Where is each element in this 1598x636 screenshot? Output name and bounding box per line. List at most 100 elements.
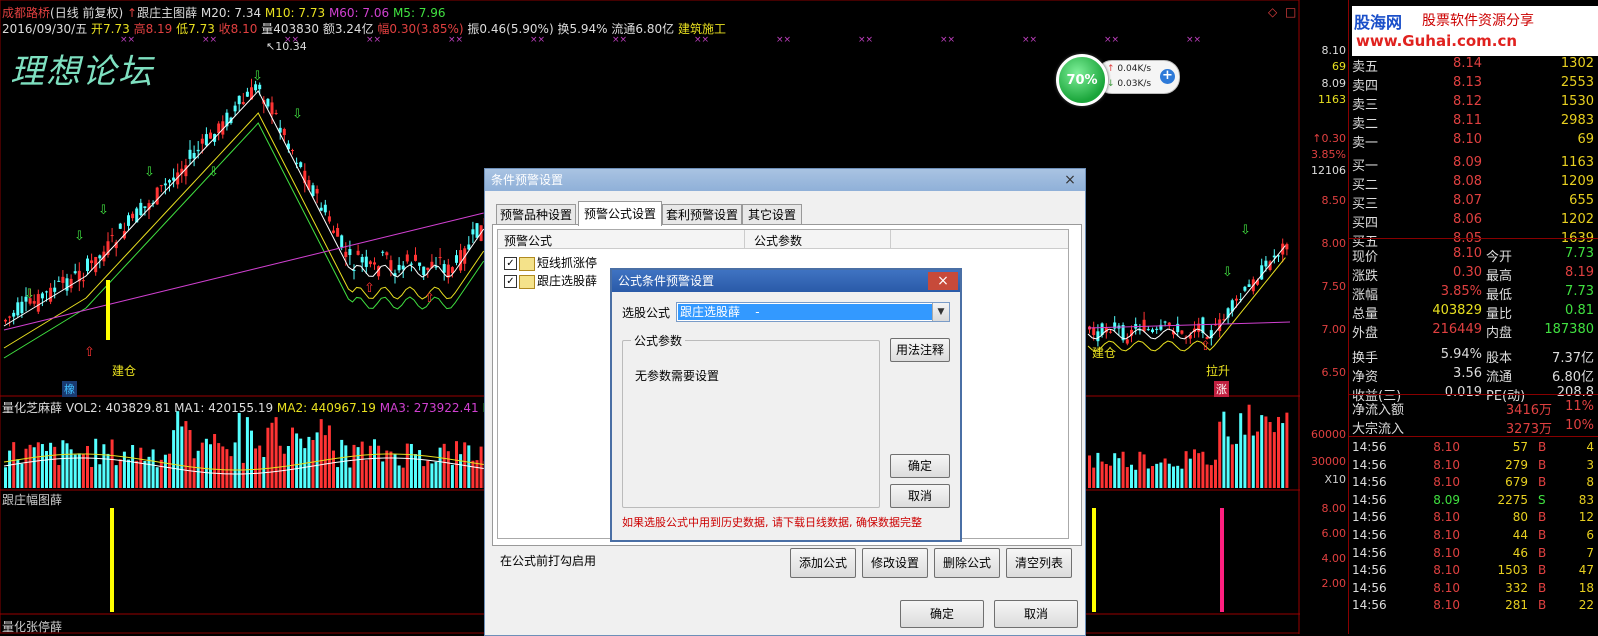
quote-value: 3.85% [1440,284,1482,299]
cancel-button[interactable]: 取消 [890,484,950,508]
volume-bar [1167,463,1171,488]
volume-bar [86,445,89,488]
volume-bar [274,417,278,488]
tick-row[interactable]: 14:56 8.10 46 B 7 [1352,546,1598,563]
volume-bar [155,467,159,488]
volume-bar [196,450,200,488]
signal-jiancang-right: 建仓 [1092,346,1117,360]
usage-notes-button[interactable]: 用法注释 [890,338,950,362]
list-item[interactable]: ✓ 跟庄选股薛 [504,272,597,289]
volume-bar [184,421,188,488]
tick-row[interactable]: 14:56 8.10 281 B 22 [1352,598,1598,615]
network-percent-indicator[interactable]: 70% [1056,54,1108,106]
tab-variety-settings[interactable]: 预警品种设置 [496,204,576,225]
quote-label: 量比 [1486,307,1513,322]
volume-bar [1230,444,1234,488]
delete-formula-button[interactable]: 删除公式 [934,548,1000,578]
tick-row[interactable]: 14:56 8.10 44 B 6 [1352,528,1598,545]
orderbook-row[interactable]: 卖四 8.13 2553 [1352,75,1598,94]
candle-body [192,152,196,159]
volume-bar [1155,463,1159,488]
chevron-down-icon[interactable]: ▼ [932,303,949,321]
volume-bar [471,460,475,488]
axis-label-mid: 12106 [1311,164,1346,177]
volume-bar [311,439,315,488]
checkbox-checked[interactable]: ✓ [504,257,517,270]
volume-bar [204,438,208,488]
volume-bar [217,443,221,488]
modify-settings-button[interactable]: 修改设置 [862,548,928,578]
tick-row[interactable]: 14:56 8.10 332 B 18 [1352,581,1598,598]
volume-bar [65,443,69,488]
orderbook-row[interactable]: 买二 8.08 1209 [1352,174,1598,193]
orderbook-row[interactable]: 买四 8.06 1202 [1352,212,1598,231]
corner-icon: ◇ [1268,5,1278,19]
candle-body [323,204,327,213]
volume-bar [53,446,57,488]
volume-bar [8,450,12,488]
text-part: ↑ [127,6,138,20]
volume-bar [172,430,176,488]
orderbook-row[interactable]: 卖五 8.14 1302 [1352,56,1598,75]
clear-list-button[interactable]: 清空列表 [1006,548,1072,578]
candle-body [217,123,221,133]
candle-body [1264,260,1268,267]
volume-bar [426,460,430,488]
down-arrow-icon: ⇩ [208,165,219,180]
volume-bar [360,441,364,488]
tab-other-settings[interactable]: 其它设置 [742,204,802,225]
close-icon[interactable]: × [928,272,958,290]
volume-bar [1264,416,1268,488]
orderbook-price: 8.07 [1453,193,1482,208]
tick-row[interactable]: 14:56 8.10 679 B 8 [1352,475,1598,492]
tick-price: 8.10 [1433,440,1460,454]
list-item[interactable]: ✓ 短线抓涨停 [504,254,597,271]
tick-row[interactable]: 14:56 8.09 2275 S 83 [1352,493,1598,510]
checkbox-checked[interactable]: ✓ [504,275,517,288]
orderbook-row[interactable]: 卖三 8.12 1530 [1352,94,1598,113]
ma5-line [3,90,485,327]
candle-body [258,84,262,90]
tick-count: 47 [1578,563,1594,578]
orderbook-volume: 1302 [1560,56,1594,71]
orderbook-row[interactable]: 买三 8.07 655 [1352,193,1598,212]
candle-body [241,102,245,105]
volume-bar [401,467,405,488]
network-speed-box[interactable]: ↑ 0.04K/s ↓ 0.03K/s + [1096,60,1180,94]
orderbook-row[interactable]: 卖二 8.11 2983 [1352,113,1598,132]
orderbook-label: 买三 [1352,197,1379,212]
ok-button[interactable]: 确定 [890,454,950,478]
orderbook-row[interactable]: 卖一 8.10 69 [1352,132,1598,151]
volume-bar [32,447,36,488]
tick-row[interactable]: 14:56 8.10 80 B 12 [1352,510,1598,527]
cancel-button[interactable]: 取消 [994,600,1078,628]
formula-icon [519,274,535,289]
candle-body [356,250,360,255]
tick-row[interactable]: 14:56 8.10 57 B 4 [1352,440,1598,457]
tick-count: 4 [1586,440,1594,454]
volume-bar [1285,412,1289,488]
tick-count: 7 [1586,545,1594,560]
candle-body [414,254,417,261]
formula-select[interactable]: 跟庄选股薛 - ▼ [676,302,950,322]
volume-bar [1272,432,1276,488]
orderbook-row[interactable]: 买一 8.09 1163 [1352,155,1598,174]
close-icon[interactable]: × [1059,171,1081,189]
volume-bar [327,425,331,488]
volume-bar [1142,454,1146,488]
candle-body [12,312,16,317]
add-formula-button[interactable]: 添加公式 [790,548,856,578]
ok-button[interactable]: 确定 [900,600,984,628]
col-formula: 预警公式 [504,234,553,248]
formula-condition-dialog[interactable]: 公式条件预警设置 × 选股公式 跟庄选股薛 - ▼ 公式参数 无参数需要设置 用… [610,268,962,542]
volume-bar [110,439,114,488]
tab-arbitrage-settings[interactable]: 套利预警设置 [662,204,742,225]
plus-icon[interactable]: + [1160,69,1175,84]
axis-label-mid: 3.85% [1311,148,1346,161]
tab-formula-settings[interactable]: 预警公式设置 [578,201,662,226]
volume-bar [348,467,352,488]
tick-row[interactable]: 14:56 8.10 1503 B 47 [1352,563,1598,580]
volume-bar [291,427,294,488]
tick-row[interactable]: 14:56 8.10 279 B 3 [1352,458,1598,475]
candle-body [16,302,20,316]
